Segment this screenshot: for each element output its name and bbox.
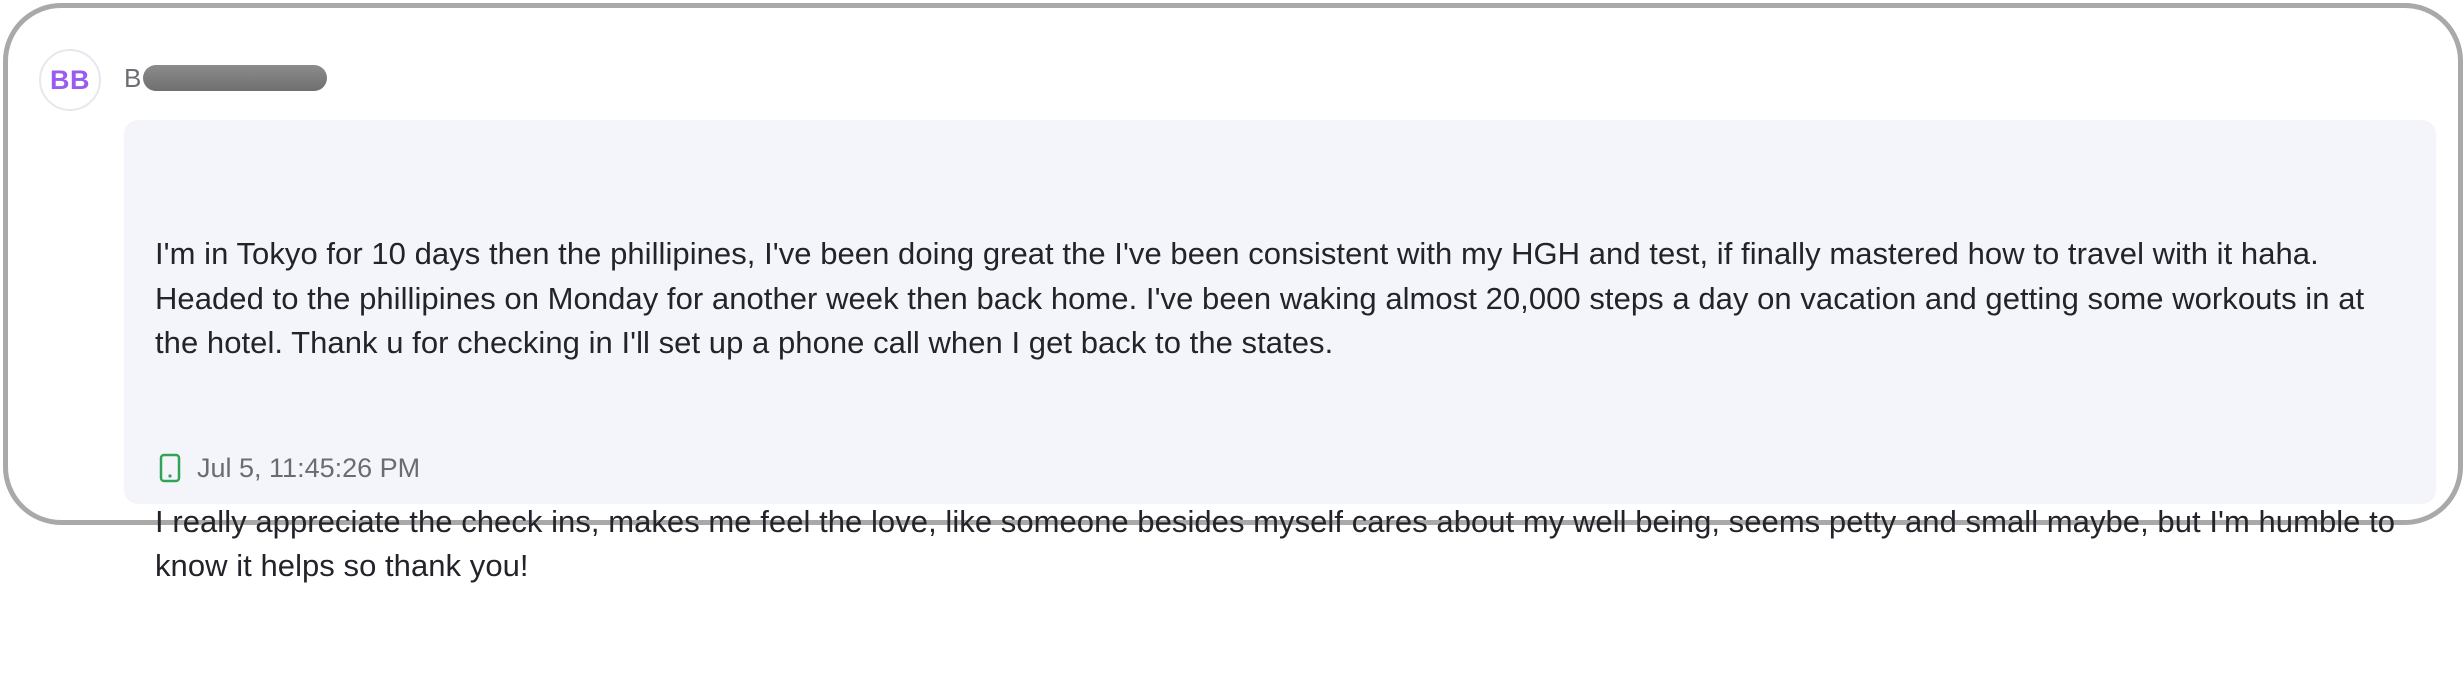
message-meta: Jul 5, 11:45:26 PM (158, 452, 420, 484)
message-paragraph-2: I really appreciate the check ins, makes… (155, 503, 2404, 584)
message-card-frame: BB B I'm in Tokyo for 10 days then the p… (3, 3, 2463, 583)
mobile-phone-icon (159, 453, 181, 483)
avatar-initials: BB (50, 64, 90, 95)
message-bubble: I'm in Tokyo for 10 days then the philli… (124, 120, 2436, 583)
sender-name-visible: B (124, 63, 142, 93)
message-paragraph-1: I'm in Tokyo for 10 days then the philli… (155, 236, 2373, 360)
redacted-name-bar (143, 65, 328, 91)
sender-avatar[interactable]: BB (39, 49, 101, 111)
message-timestamp: Jul 5, 11:45:26 PM (197, 453, 421, 483)
message-text: I'm in Tokyo for 10 days then the philli… (155, 143, 2405, 678)
sender-name: B (124, 62, 328, 94)
